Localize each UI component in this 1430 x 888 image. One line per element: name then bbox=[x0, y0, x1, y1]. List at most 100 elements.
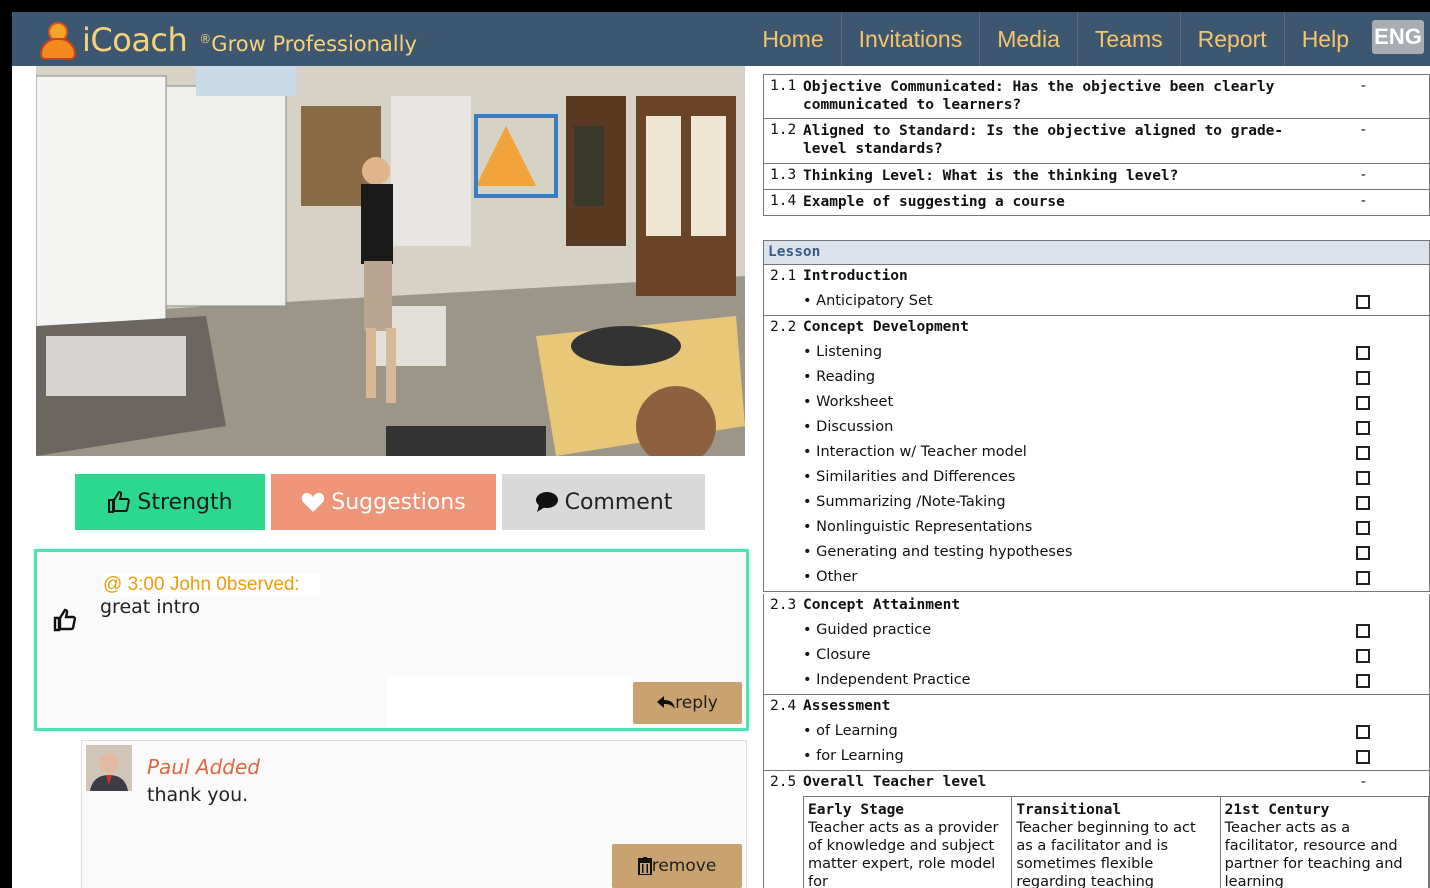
remove-button[interactable]: remove bbox=[612, 844, 742, 888]
objective-row: 1.3 Thinking Level: What is the thinking… bbox=[763, 164, 1430, 190]
checklist-item: • Similarities and Differences bbox=[764, 466, 1429, 491]
checklist-item: • Generating and testing hypotheses bbox=[764, 541, 1429, 566]
checkbox[interactable] bbox=[1356, 421, 1370, 435]
comment-card: @ 3:00 John 0bserved: great intro reply bbox=[34, 549, 749, 731]
section-number: 2.4 bbox=[770, 698, 797, 714]
checklist-item: • for Learning bbox=[764, 745, 1429, 770]
objective-row: 1.4 Example of suggesting a course - bbox=[763, 190, 1430, 216]
level-option[interactable]: Transitional Teacher beginning to act as … bbox=[1012, 797, 1221, 888]
checklist-item: • Nonlinguistic Representations bbox=[764, 516, 1429, 541]
section-value: - bbox=[1359, 774, 1368, 790]
row-value: - bbox=[1359, 122, 1368, 138]
checkbox[interactable] bbox=[1356, 295, 1370, 309]
strength-label: Strength bbox=[137, 489, 233, 515]
section-number: 2.5 bbox=[770, 774, 797, 790]
logo[interactable]: iCoach ®Grow Professionally bbox=[36, 18, 417, 62]
checkbox[interactable] bbox=[1356, 496, 1370, 510]
checkbox[interactable] bbox=[1356, 674, 1370, 688]
checklist-item: • Worksheet bbox=[764, 391, 1429, 416]
reply-label: reply bbox=[675, 693, 718, 713]
checkbox[interactable] bbox=[1356, 649, 1370, 663]
suggestions-label: Suggestions bbox=[331, 489, 466, 515]
row-question: Thinking Level: What is the thinking lev… bbox=[803, 168, 1179, 184]
lesson-header: Lesson bbox=[763, 240, 1430, 265]
reply-text: thank you. bbox=[147, 784, 249, 806]
speech-bubble-icon bbox=[535, 492, 558, 512]
lesson-section: 2.3 Concept Attainment • Guided practice … bbox=[763, 594, 1430, 695]
checkbox[interactable] bbox=[1356, 371, 1370, 385]
strength-button[interactable]: Strength bbox=[75, 474, 265, 530]
checklist-item: • Reading bbox=[764, 366, 1429, 391]
checkbox[interactable] bbox=[1356, 624, 1370, 638]
tagline: ®Grow Professionally bbox=[199, 32, 417, 56]
reply-input-area[interactable] bbox=[387, 676, 632, 728]
row-question: Aligned to Standard: Is the objective al… bbox=[803, 123, 1284, 157]
checkbox[interactable] bbox=[1356, 546, 1370, 560]
level-option[interactable]: Early Stage Teacher acts as a provider of… bbox=[804, 797, 1013, 888]
checklist-item: • Summarizing /Note-Taking bbox=[764, 491, 1429, 516]
checklist-item: • Independent Practice bbox=[764, 669, 1429, 694]
section-title: Introduction bbox=[803, 268, 908, 284]
classroom-video-frame bbox=[36, 66, 745, 456]
avatar bbox=[86, 745, 132, 791]
reply-card: Paul Added thank you. remove bbox=[81, 740, 747, 888]
app-name: iCoach bbox=[82, 21, 188, 59]
row-number: 1.3 bbox=[770, 167, 797, 183]
comment-text: great intro bbox=[100, 596, 201, 618]
row-number: 1.1 bbox=[770, 78, 797, 94]
section-title: Assessment bbox=[803, 698, 891, 714]
remove-label: remove bbox=[651, 856, 717, 876]
section-title: Concept Development bbox=[803, 319, 969, 335]
checkbox[interactable] bbox=[1356, 396, 1370, 410]
objective-row: 1.2 Aligned to Standard: Is the objectiv… bbox=[763, 119, 1430, 164]
section-number: 2.3 bbox=[770, 597, 797, 613]
checklist-item: • Closure bbox=[764, 644, 1429, 669]
suggestions-button[interactable]: Suggestions bbox=[271, 474, 496, 530]
row-question: Example of suggesting a course bbox=[803, 194, 1065, 210]
nav-teams[interactable]: Teams bbox=[1076, 12, 1180, 66]
checkbox[interactable] bbox=[1356, 571, 1370, 585]
lesson-section: 2.1 Introduction • Anticipatory Set bbox=[763, 265, 1430, 316]
checkbox[interactable] bbox=[1356, 521, 1370, 535]
section-title: Overall Teacher level bbox=[803, 774, 987, 790]
row-number: 1.4 bbox=[770, 193, 797, 209]
logo-person-icon bbox=[36, 18, 80, 62]
checkbox[interactable] bbox=[1356, 471, 1370, 485]
checkbox[interactable] bbox=[1356, 346, 1370, 360]
section-title: Concept Attainment bbox=[803, 597, 961, 613]
comment-button[interactable]: Comment bbox=[502, 474, 705, 530]
checkbox[interactable] bbox=[1356, 446, 1370, 460]
nav-invitations[interactable]: Invitations bbox=[840, 12, 980, 66]
lesson-section: 2.2 Concept Development • Listening • Rea… bbox=[763, 316, 1430, 592]
tagline-text: Grow Professionally bbox=[211, 32, 417, 56]
thumbs-up-icon bbox=[53, 608, 77, 632]
row-value: - bbox=[1359, 193, 1368, 209]
nav-media[interactable]: Media bbox=[979, 12, 1077, 66]
video-player[interactable] bbox=[36, 66, 745, 456]
comment-label: Comment bbox=[564, 489, 673, 515]
checklist-item: • of Learning bbox=[764, 720, 1429, 745]
nav-help[interactable]: Help bbox=[1283, 12, 1366, 66]
comment-timestamp: @ 3:00 John 0bserved: bbox=[103, 574, 320, 596]
nav-home[interactable]: Home bbox=[745, 12, 840, 66]
section-number: 2.1 bbox=[770, 268, 797, 284]
reply-button[interactable]: reply bbox=[633, 682, 742, 724]
level-option[interactable]: 21st Century Teacher acts as a facilitato… bbox=[1221, 797, 1429, 888]
trash-icon bbox=[637, 857, 652, 875]
language-button[interactable]: ENG bbox=[1372, 20, 1424, 54]
row-question: Objective Communicated: Has the objectiv… bbox=[803, 79, 1275, 113]
lesson-section-overall: 2.5 Overall Teacher level - Early Stage Tea… bbox=[763, 771, 1430, 888]
main-nav: Home Invitations Media Teams Report Help… bbox=[745, 12, 1430, 66]
reply-author: Paul Added bbox=[147, 755, 260, 779]
checkbox[interactable] bbox=[1356, 750, 1370, 764]
checklist-item: • Guided practice bbox=[764, 619, 1429, 644]
row-value: - bbox=[1359, 78, 1368, 94]
nav-report[interactable]: Report bbox=[1179, 12, 1284, 66]
objective-row: 1.1 Objective Communicated: Has the obje… bbox=[763, 74, 1430, 119]
row-number: 1.2 bbox=[770, 122, 797, 138]
lesson-section: 2.4 Assessment • of Learning • for Learni… bbox=[763, 695, 1430, 771]
app-window: iCoach ®Grow Professionally Home Invitat… bbox=[12, 12, 1430, 888]
top-bar: iCoach ®Grow Professionally Home Invitat… bbox=[12, 12, 1430, 66]
checkbox[interactable] bbox=[1356, 725, 1370, 739]
checklist-item: • Discussion bbox=[764, 416, 1429, 441]
